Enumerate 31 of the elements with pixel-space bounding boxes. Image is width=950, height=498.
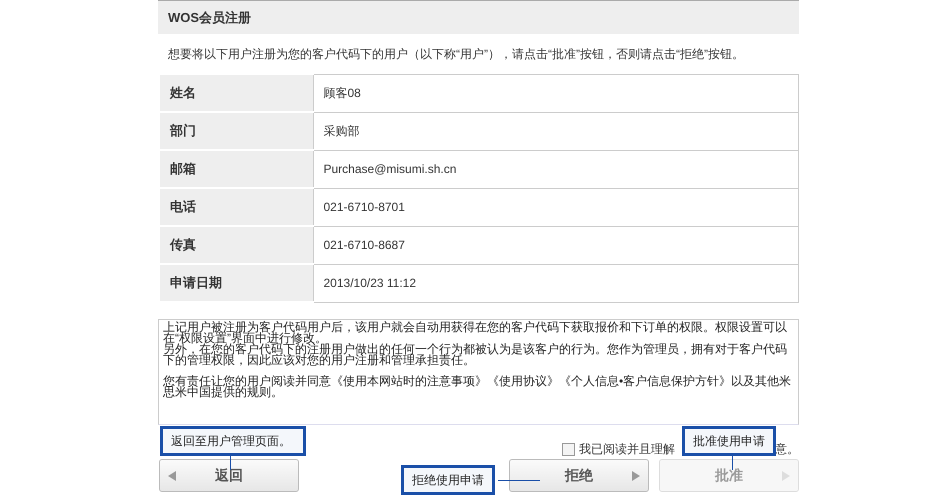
callout-label: 批准使用申请 xyxy=(682,426,776,456)
page-title: WOS会员注册 xyxy=(168,8,252,26)
right-triangle-icon xyxy=(782,470,790,480)
field-value: 021-6710-8687 xyxy=(313,226,798,264)
field-value: 2013/10/23 11:12 xyxy=(313,264,798,302)
reject-button[interactable]: 拒绝 xyxy=(509,459,649,492)
agreement-label: 意。 xyxy=(775,440,799,458)
field-label: 姓名 xyxy=(159,74,313,112)
leader-line xyxy=(498,480,540,481)
field-value: 021-6710-8701 xyxy=(313,188,798,226)
field-value: 采购部 xyxy=(313,112,798,150)
field-label: 申请日期 xyxy=(159,264,313,302)
field-label: 电话 xyxy=(159,188,313,226)
right-triangle-icon xyxy=(632,470,640,480)
field-label: 邮箱 xyxy=(159,150,313,188)
notice-paragraph: 您有责任让您的用户阅读并同意《使用本网站时的注意事项》《使用协议》《个人信息•客户信息保护方针》以及其他米思米中国提供的规则。 xyxy=(163,376,792,398)
agreement-checkbox[interactable] xyxy=(562,442,575,456)
leader-line xyxy=(230,456,231,470)
left-triangle-icon xyxy=(168,470,176,480)
field-label: 部门 xyxy=(159,112,313,150)
leader-line xyxy=(732,455,733,470)
agreement-label: 我已阅读并且理解 xyxy=(579,440,675,458)
instruction-text: 想要将以下用户注册为您的客户代码下的用户（以下称“用户”），请点击“批准”按钮，否则请点击“拒绝”按钮。 xyxy=(168,46,745,62)
notice-paragraph: 另外，在您的客户代码下的注册用户做出的任何一个行为都被认为是该客户的行为。您作为管理员，拥有对于客户代码下的管理权限，因此应该对您的用户注册和管理承担责任。 xyxy=(163,344,788,366)
field-value: 顾客08 xyxy=(313,74,798,112)
callout-label: 拒绝使用申请 xyxy=(401,465,495,495)
notice-paragraph: 上记用户被注册为客户代码用户后，该用户就会自动用获得在您的客户代码下获取报价和下订单的权限。权限设置可以在“权限设置”界面中进行修改。 xyxy=(163,322,788,344)
field-label: 传真 xyxy=(159,226,313,264)
callout-label: 返回至用户管理页面。 xyxy=(160,426,306,456)
back-button[interactable]: 返回 xyxy=(159,459,299,492)
field-value: Purchase@misumi.sh.cn xyxy=(313,150,798,188)
